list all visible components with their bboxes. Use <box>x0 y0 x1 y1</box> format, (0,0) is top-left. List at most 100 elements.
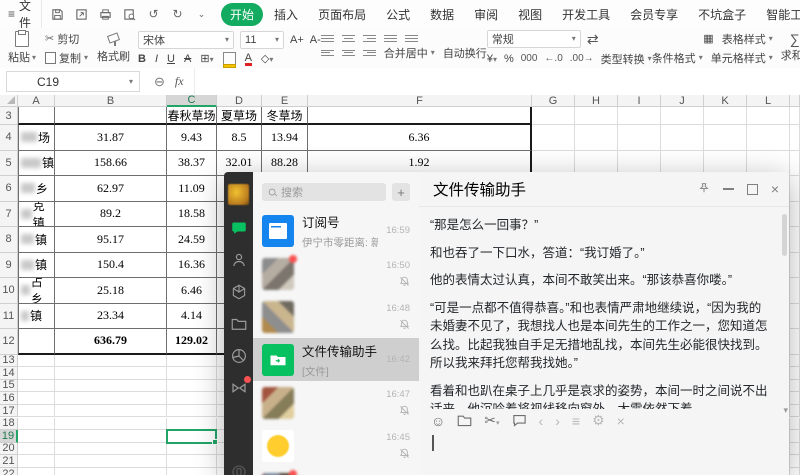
cell-B8[interactable]: 95.17 <box>55 227 167 253</box>
chat-files-tab-icon[interactable] <box>230 315 248 333</box>
gear-icon[interactable]: ⚙ <box>592 412 605 429</box>
tab-插入[interactable]: 插入 <box>265 3 307 26</box>
contacts-tab-icon[interactable] <box>230 251 248 269</box>
row-header-21[interactable]: 21 <box>0 455 18 468</box>
increase-indent-icon[interactable] <box>405 35 418 42</box>
row-header-4[interactable]: 4 <box>0 125 18 151</box>
cell-B15[interactable] <box>55 380 167 393</box>
column-header-clip[interactable] <box>790 95 800 107</box>
column-header-I[interactable]: I <box>618 95 661 107</box>
column-header-E[interactable]: E <box>262 95 308 107</box>
cell-C15[interactable] <box>167 380 217 393</box>
cell-14[interactable] <box>790 367 800 380</box>
row-header-11[interactable]: 11 <box>0 304 18 330</box>
percent-button[interactable]: % <box>504 53 514 65</box>
cell-A20[interactable] <box>18 443 55 456</box>
cell-C14[interactable] <box>167 367 217 380</box>
fill-color-button[interactable] <box>223 52 236 65</box>
cell-10[interactable] <box>790 278 800 304</box>
row-header-5[interactable]: 5 <box>0 151 18 177</box>
cell-K3[interactable] <box>704 107 747 125</box>
cell-15[interactable] <box>790 380 800 393</box>
cell-C17[interactable] <box>167 405 217 418</box>
tab-审阅[interactable]: 审阅 <box>465 3 507 26</box>
angle-right-icon[interactable]: › <box>555 413 560 429</box>
chat-list-item-redacted-2[interactable]: 16:48 <box>253 295 419 338</box>
cell-A13[interactable] <box>18 355 55 368</box>
cell-B19[interactable] <box>55 430 167 443</box>
cell-21[interactable] <box>790 455 800 468</box>
tab-数据[interactable]: 数据 <box>421 3 463 26</box>
row-header-16[interactable]: 16 <box>0 392 18 405</box>
zoom-formula-icon[interactable]: ⊖ <box>154 74 165 90</box>
cell-H3[interactable] <box>575 107 618 125</box>
cell-C9[interactable]: 16.36 <box>167 253 217 279</box>
cell-8[interactable] <box>790 227 800 253</box>
row-header-12[interactable]: 12 <box>0 329 18 355</box>
cell-B10[interactable]: 25.18 <box>55 278 167 304</box>
selected-cell-C19[interactable] <box>166 429 217 444</box>
cut-button[interactable]: ✂剪切 <box>45 31 88 47</box>
column-header-F[interactable]: F <box>308 95 532 107</box>
pin-window-icon[interactable] <box>698 182 710 197</box>
cell-7[interactable] <box>790 202 800 228</box>
decrease-decimal-button[interactable]: ←.0 <box>544 53 562 64</box>
cell-B12[interactable]: 636.79 <box>55 329 167 355</box>
chat-scrollbar[interactable]: ▾ <box>781 212 788 402</box>
column-header-A[interactable]: A <box>18 95 55 107</box>
cell-C5[interactable]: 38.37 <box>167 151 217 177</box>
column-header-G[interactable]: G <box>532 95 575 107</box>
add-chat-button[interactable]: + <box>392 183 410 201</box>
align-left-icon[interactable] <box>321 50 334 57</box>
sum-button[interactable]: ∑ 求和▾ <box>778 33 800 63</box>
cell-E4[interactable]: 13.94 <box>262 125 308 151</box>
cell-A11[interactable]: 镇 <box>18 304 55 330</box>
chat-tab-icon[interactable] <box>230 219 248 237</box>
send-file-icon[interactable] <box>457 414 472 427</box>
cell-3[interactable] <box>790 107 800 125</box>
row-header-15[interactable]: 15 <box>0 380 18 393</box>
cell-A18[interactable] <box>18 418 55 431</box>
cell-C6[interactable]: 11.09 <box>167 176 217 202</box>
cell-B5[interactable]: 158.66 <box>55 151 167 177</box>
row-header-7[interactable]: 7 <box>0 202 18 228</box>
close-icon[interactable]: × <box>771 184 779 194</box>
fx-icon[interactable]: fx <box>175 74 184 89</box>
cell-B18[interactable] <box>55 418 167 431</box>
row-header-20[interactable]: 20 <box>0 443 18 456</box>
screenshot-icon[interactable]: ✂▾ <box>484 412 499 429</box>
cell-style-button[interactable]: 单元格样式▾ <box>711 50 773 66</box>
cell-20[interactable] <box>790 443 800 456</box>
name-box[interactable]: C19▾ <box>6 71 140 92</box>
cell-F4[interactable]: 6.36 <box>308 125 532 151</box>
tab-公式[interactable]: 公式 <box>377 3 419 26</box>
cell-4[interactable] <box>790 125 800 151</box>
currency-button[interactable]: ¥▾ <box>487 53 497 65</box>
message-input[interactable] <box>419 431 789 475</box>
conditional-format-button[interactable]: 条件格式▾ <box>652 50 703 66</box>
cell-F3[interactable] <box>308 107 532 125</box>
channels-tab-icon[interactable] <box>230 379 248 397</box>
format-painter-button[interactable]: 格式刷 <box>94 33 133 64</box>
cell-12[interactable] <box>790 329 800 355</box>
cell-A16[interactable] <box>18 392 55 405</box>
collections-tab-icon[interactable] <box>230 283 248 301</box>
cell-B4[interactable]: 31.87 <box>55 125 167 151</box>
cell-E3[interactable]: 冬草场 <box>262 107 308 125</box>
cell-9[interactable] <box>790 253 800 279</box>
cell-C3[interactable]: 春秋草场 <box>167 107 217 125</box>
chat-history-icon[interactable] <box>512 414 527 427</box>
file-menu-button[interactable]: ≡ 文件 <box>0 0 42 28</box>
row-header-6[interactable]: 6 <box>0 176 18 202</box>
bold-button[interactable]: B <box>138 53 146 65</box>
row-header-19[interactable]: 19 <box>0 430 18 443</box>
column-header-J[interactable]: J <box>661 95 704 107</box>
cell-C10[interactable]: 6.46 <box>167 278 217 304</box>
customize-toolbar-icon[interactable]: ⌄ <box>194 7 209 22</box>
cell-L3[interactable] <box>747 107 790 125</box>
cell-A4[interactable]: 场 <box>18 125 55 151</box>
cell-A5[interactable]: 镇 <box>18 151 55 177</box>
cell-C11[interactable]: 4.14 <box>167 304 217 330</box>
cell-A10[interactable]: 占乡 <box>18 278 55 304</box>
align-right-icon[interactable] <box>363 50 376 57</box>
